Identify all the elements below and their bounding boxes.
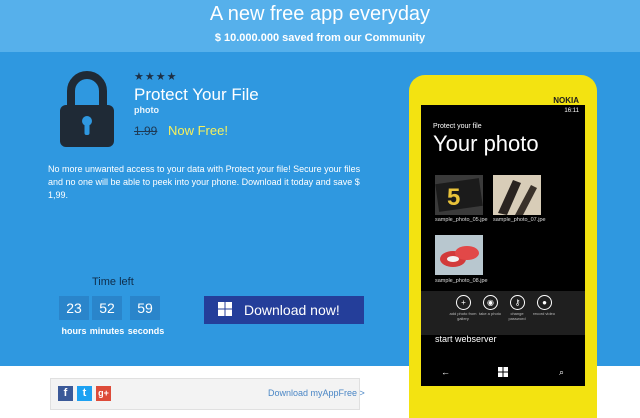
header-banner: A new free app everyday $ 10.000.000 sav… [0,0,640,52]
download-now-label: Download now! [244,302,340,318]
google-plus-icon[interactable]: g+ [96,386,111,401]
photo-thumbnail[interactable] [493,175,541,215]
record-icon[interactable]: ● [537,295,552,310]
svg-text:5: 5 [447,184,460,211]
back-icon[interactable]: ← [441,367,450,377]
start-webserver-menu-item[interactable]: start webserver [435,334,497,344]
status-bar-time: 16:11 [564,108,579,114]
photo-filename: sample_photo_08.jpe [435,278,488,284]
photo-filename: sample_photo_05.jpe [435,217,488,223]
lock-icon [60,71,114,147]
download-now-button[interactable]: Download now! [204,296,364,324]
appbar-label: change password [508,311,526,321]
search-icon[interactable]: ⌕ [559,367,564,378]
minutes-label: minutes [89,326,125,336]
app-name: Protect Your File [134,85,259,104]
twitter-icon[interactable]: t [77,386,92,401]
plus-icon[interactable]: + [456,295,471,310]
camera-icon[interactable]: ◉ [483,295,498,310]
countdown-hours: 23 [59,296,89,320]
photo-thumbnail[interactable]: 5 [435,175,483,215]
appbar-label: take a photo [478,311,502,316]
facebook-icon[interactable]: f [58,386,73,401]
app-category: photo [134,105,159,115]
countdown-minutes: 52 [92,296,122,320]
phone-app-bar: + ◉ ⚷ ● add photo from gallery take a ph… [421,291,585,335]
old-price: 1.99 [134,124,158,138]
password-icon[interactable]: ⚷ [510,295,525,310]
phone-screen: 16:11 Protect your file Your photo 5 sam… [421,105,585,386]
seconds-label: seconds [127,326,165,336]
now-free-label: Now Free! [168,123,228,138]
phone-page-title: Your photo [433,131,539,156]
countdown-seconds: 59 [130,296,160,320]
photo-thumbnail[interactable] [435,235,483,275]
header-subtitle: $ 10.000.000 saved from our Community [214,32,426,44]
rating-stars: ★★★★ [134,71,178,83]
app-description: No more unwanted access to your data wit… [48,164,361,200]
time-left-label: Time left [92,276,134,288]
download-myappfree-link[interactable]: Download myAppFree > [268,388,365,398]
appbar-label: add photo from gallery [449,311,477,321]
header-title: A new free app everyday [209,3,431,25]
windows-start-icon[interactable] [498,367,508,377]
nokia-logo: NOKIA [553,96,579,105]
photo-filename: sample_photo_07.jpe [493,217,546,223]
windows-logo-icon [218,302,232,316]
phone-app-title: Protect your file [433,123,482,130]
appbar-label: record video [532,311,555,316]
